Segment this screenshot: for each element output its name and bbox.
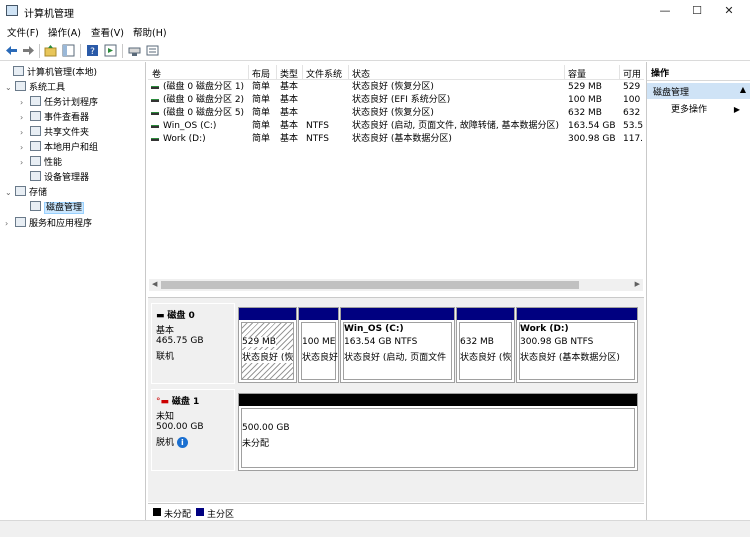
column-capacity[interactable]: 容量: [568, 67, 586, 80]
actions-pane: 操作 磁盘管理 ▲ 更多操作 ▶: [646, 62, 750, 520]
back-arrow-icon[interactable]: [5, 44, 18, 57]
tree-node-services-apps[interactable]: › 服务和应用程序: [5, 217, 92, 231]
performance-icon: [30, 156, 41, 166]
properties-icon[interactable]: [146, 44, 159, 57]
column-type[interactable]: 类型: [280, 67, 298, 80]
legend: 未分配 主分区: [148, 503, 644, 520]
users-icon: [30, 141, 41, 151]
volume-row[interactable]: (磁盘 0 磁盘分区 5) 简单 基本 状态良好 (恢复分区) 632 MB 632: [148, 107, 644, 120]
chevron-right-icon[interactable]: ›: [5, 217, 15, 231]
menu-file[interactable]: 文件(F): [7, 25, 39, 39]
volume-row[interactable]: Work (D:) 简单 基本 NTFS 状态良好 (基本数据分区) 300.98 GB 1…: [148, 133, 644, 146]
chevron-right-icon[interactable]: ›: [20, 96, 30, 110]
disk-icon: ▬: [156, 311, 168, 321]
volume-icon: [151, 112, 159, 115]
tree-node-shared-folders[interactable]: › 共享文件夹: [20, 126, 89, 140]
chevron-right-icon[interactable]: ›: [20, 126, 30, 140]
actions-header: 操作: [647, 62, 750, 81]
status-bar: [0, 520, 750, 537]
shared-folder-icon: [30, 126, 41, 136]
computer-management-icon: [13, 66, 24, 76]
partition-recovery-1[interactable]: 529 MB 状态良好 (恢: [238, 307, 297, 383]
tree-node-computer-management[interactable]: 计算机管理(本地): [3, 66, 97, 80]
volume-list: 卷 布局 类型 文件系统 状态 容量 可用 (磁盘 0 磁盘分区 1) 简单 基本状…: [148, 62, 644, 294]
scrollbar-thumb[interactable]: [161, 281, 579, 289]
svg-text:?: ?: [90, 47, 95, 57]
minimize-button[interactable]: —: [648, 0, 682, 22]
disk-1-info[interactable]: °▬ 磁盘 1 未知 500.00 GB 脱机 i: [151, 389, 235, 471]
menu-action[interactable]: 操作(A): [48, 25, 81, 39]
volume-row[interactable]: Win_OS (C:) 简单 基本 NTFS 状态良好 (启动, 页面文件, 故障转储,…: [148, 120, 644, 133]
column-filesystem[interactable]: 文件系统: [306, 67, 342, 80]
volume-icon: [151, 125, 159, 128]
clock-icon: [30, 96, 41, 106]
volume-list-header: 卷 布局 类型 文件系统 状态 容量 可用: [148, 65, 644, 80]
console-tree: 计算机管理(本地) ⌄ 系统工具 › 任务计划程序 › 事件查看器 › 共享文件夹 › 本…: [0, 62, 146, 520]
collapse-icon[interactable]: ▲: [740, 85, 746, 94]
tree-node-local-users[interactable]: › 本地用户和组: [20, 141, 98, 155]
tree-node-device-manager[interactable]: 设备管理器: [20, 171, 89, 185]
console-tree-icon[interactable]: [62, 44, 75, 57]
chevron-right-icon[interactable]: ›: [20, 111, 30, 125]
event-viewer-icon: [30, 111, 41, 121]
legend-swatch-unallocated: [153, 508, 161, 516]
volume-icon: [151, 99, 159, 102]
services-icon: [15, 217, 26, 227]
maximize-button[interactable]: ☐: [680, 0, 714, 22]
disk-0-info[interactable]: ▬ 磁盘 0 基本 465.75 GB 联机: [151, 303, 235, 384]
partition-work-d[interactable]: Work (D:) 300.98 GB NTFS 状态良好 (基本数据分区): [516, 307, 638, 383]
menu-view[interactable]: 查看(V): [91, 25, 124, 39]
tools-icon: [15, 81, 26, 91]
window-title: 计算机管理: [24, 9, 74, 20]
partition-unallocated[interactable]: 500.00 GB 未分配: [238, 393, 638, 471]
scroll-left-icon[interactable]: ◀: [152, 280, 157, 288]
partition-recovery-5[interactable]: 632 MB 状态良好 (恢: [456, 307, 515, 383]
title-bar: 计算机管理 — ☐ ✕: [0, 0, 750, 22]
chevron-right-icon: ▶: [733, 105, 741, 114]
chevron-right-icon[interactable]: ›: [20, 156, 30, 170]
device-manager-icon: [30, 171, 41, 181]
volume-icon: [151, 138, 159, 141]
up-folder-icon[interactable]: [44, 44, 57, 57]
actions-section-disk-management[interactable]: 磁盘管理 ▲: [647, 83, 750, 99]
tree-node-event-viewer[interactable]: › 事件查看器: [20, 111, 89, 125]
tree-node-task-scheduler[interactable]: › 任务计划程序: [20, 96, 98, 110]
tree-node-disk-management[interactable]: 磁盘管理: [20, 201, 85, 215]
partition-win-os-c[interactable]: Win_OS (C:) 163.54 GB NTFS 状态良好 (启动, 页面文…: [340, 307, 455, 383]
tree-node-performance[interactable]: › 性能: [20, 156, 62, 170]
offline-disk-icon: °▬: [156, 397, 172, 407]
scroll-right-icon[interactable]: ▶: [635, 280, 640, 288]
column-free[interactable]: 可用: [623, 67, 641, 80]
connect-icon[interactable]: [128, 44, 141, 57]
disk-graphical-view: ▬ 磁盘 0 基本 465.75 GB 联机 529 MB 状态良好 (恢 10…: [148, 297, 644, 502]
chevron-down-icon[interactable]: ⌄: [5, 186, 15, 200]
tree-node-system-tools[interactable]: ⌄ 系统工具: [5, 81, 65, 95]
close-button[interactable]: ✕: [712, 0, 746, 22]
menu-help[interactable]: 帮助(H): [133, 25, 167, 39]
volume-row[interactable]: (磁盘 0 磁盘分区 2) 简单 基本 状态良好 (EFI 系统分区) 100 MB 10…: [148, 94, 644, 107]
help-icon[interactable]: ?: [86, 44, 99, 57]
show-pane-icon[interactable]: [104, 44, 117, 57]
chevron-down-icon[interactable]: ⌄: [5, 81, 15, 95]
horizontal-scrollbar[interactable]: ◀ ▶: [149, 279, 643, 291]
menu-bar: 文件(F) 操作(A) 查看(V) 帮助(H): [0, 22, 750, 40]
chevron-right-icon[interactable]: ›: [20, 141, 30, 155]
forward-arrow-icon[interactable]: [22, 44, 35, 57]
more-actions-item[interactable]: 更多操作 ▶: [671, 102, 740, 115]
disk-mgmt-icon: [30, 201, 41, 211]
volume-row[interactable]: (磁盘 0 磁盘分区 1) 简单 基本 状态良好 (恢复分区) 529 MB 529: [148, 81, 644, 94]
computer-management-icon: [6, 5, 18, 16]
volume-icon: [151, 86, 159, 89]
storage-icon: [15, 186, 26, 196]
partition-efi[interactable]: 100 ME 状态良好: [298, 307, 339, 383]
info-icon[interactable]: i: [176, 437, 188, 448]
tree-node-storage[interactable]: ⌄ 存储: [5, 186, 47, 200]
column-layout[interactable]: 布局: [252, 67, 270, 80]
column-status[interactable]: 状态: [352, 67, 370, 80]
column-volume[interactable]: 卷: [152, 67, 161, 80]
toolbar: ?: [0, 40, 750, 61]
legend-swatch-primary: [196, 508, 204, 516]
